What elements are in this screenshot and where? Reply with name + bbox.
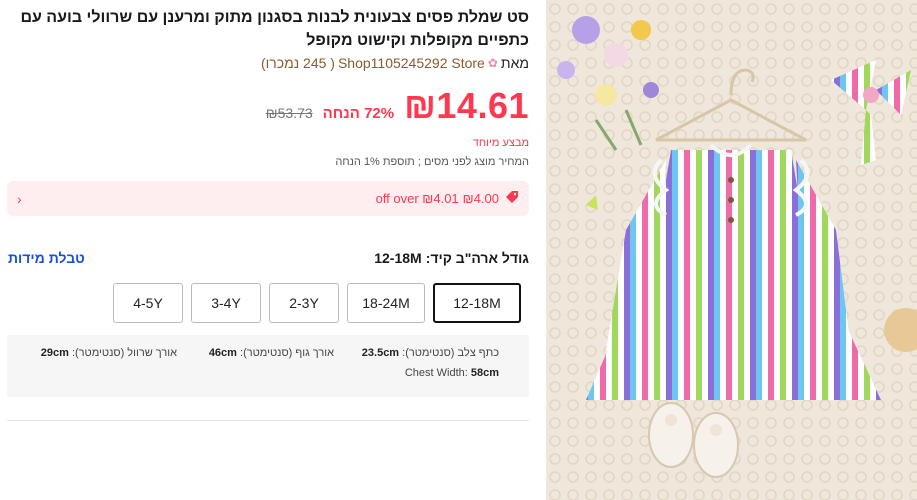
special-offer-label: מבצע מיוחד bbox=[472, 137, 529, 149]
divider bbox=[7, 420, 529, 421]
tax-note: המחיר מוצג לפני מסים ; תוספת 1% הנחה bbox=[335, 156, 529, 168]
shoulder-value: 23.5cm bbox=[361, 347, 400, 359]
original-price: ₪53.73 bbox=[265, 105, 313, 121]
chest-value: 58cm bbox=[470, 367, 499, 379]
body-label: אורך גוף (סנטימטר): bbox=[240, 347, 334, 359]
product-info-panel: סט שמלת פסים צבעונית לבנות בסגנון מתוק ו… bbox=[0, 0, 538, 500]
dress-illustration bbox=[546, 0, 917, 500]
tag-icon bbox=[505, 190, 519, 207]
sold-count: ( 245 נמכרו) bbox=[260, 55, 335, 71]
size-label: גודל ארה"ב קיד: bbox=[425, 250, 529, 266]
size-option[interactable]: 18-24M bbox=[347, 283, 425, 323]
store-prefix: מאת bbox=[500, 55, 529, 71]
coupon-text: ₪4.00 off over ₪4.01 bbox=[376, 191, 499, 206]
price-row: ₪14.61 72% הנחה ₪53.73 bbox=[266, 85, 529, 127]
size-heading: גודל ארה"ב קיד: 12-18M bbox=[374, 250, 529, 266]
flower-icon: ✿ bbox=[487, 56, 498, 70]
store-line: מאת ✿ Shop1105245292 Store ( 245 נמכרו) bbox=[261, 55, 529, 71]
size-option[interactable]: 12-18M bbox=[433, 283, 521, 323]
selected-size: 12-18M bbox=[374, 250, 422, 266]
chevron-icon[interactable]: ‹ bbox=[17, 191, 22, 207]
body-length-measure: אורך גוף (סנטימטר): 46cm bbox=[209, 347, 334, 359]
body-value: 46cm bbox=[208, 347, 237, 359]
chest-width-measure: Chest Width: 58cm bbox=[405, 367, 499, 379]
shoulder-measure: כתף צלב (סנטימטר): 23.5cm bbox=[362, 347, 499, 359]
size-options: 12-18M 18-24M 2-3Y 3-4Y 4-5Y bbox=[113, 283, 521, 323]
sleeve-value: 29cm bbox=[40, 347, 69, 359]
shoulder-label: כתף צלב (סנטימטר): bbox=[402, 347, 499, 359]
store-link[interactable]: Shop1105245292 Store bbox=[338, 55, 485, 71]
coupon-threshold: off over ₪4.01 bbox=[375, 191, 459, 206]
coupon-amount: ₪4.00 bbox=[462, 191, 499, 206]
size-option[interactable]: 2-3Y bbox=[269, 283, 339, 323]
product-title: סט שמלת פסים צבעונית לבנות בסגנון מתוק ו… bbox=[20, 9, 529, 49]
current-price: ₪14.61 bbox=[404, 85, 529, 126]
sleeve-label: אורך שרוול (סנטימטר): bbox=[71, 347, 177, 359]
product-image[interactable] bbox=[546, 0, 917, 500]
chest-label: Chest Width: bbox=[404, 367, 468, 379]
size-option[interactable]: 3-4Y bbox=[191, 283, 261, 323]
measurement-box: כתף צלב (סנטימטר): 23.5cm אורך גוף (סנטי… bbox=[7, 335, 529, 397]
size-option[interactable]: 4-5Y bbox=[113, 283, 183, 323]
sleeve-length-measure: אורך שרוול (סנטימטר): 29cm bbox=[41, 347, 177, 359]
coupon-banner[interactable]: ₪4.00 off over ₪4.01 ‹ bbox=[7, 181, 529, 216]
discount-badge: 72% הנחה bbox=[322, 105, 395, 122]
size-chart-link[interactable]: טבלת מידות bbox=[8, 250, 85, 266]
